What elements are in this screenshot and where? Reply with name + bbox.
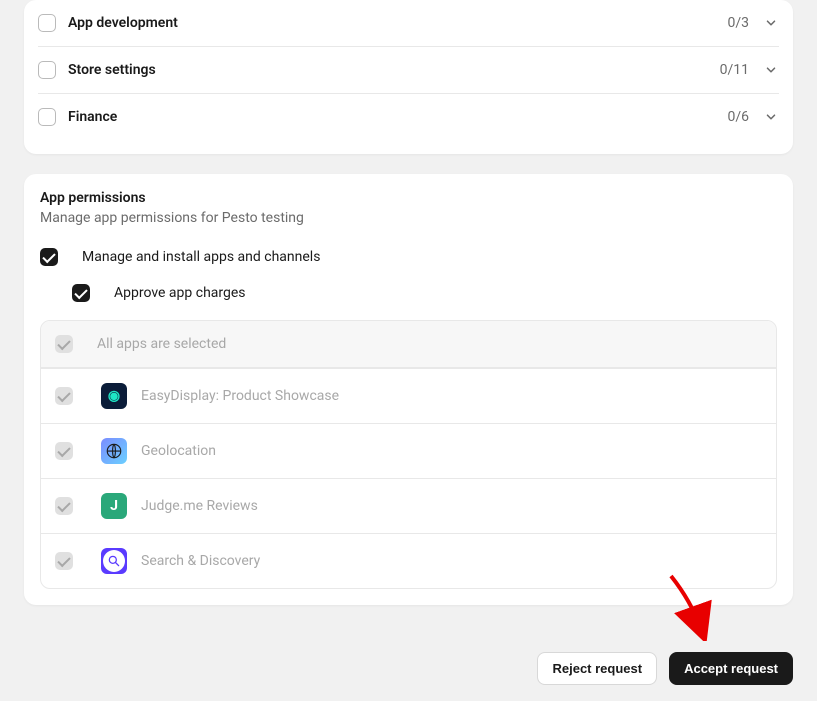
chevron-down-icon[interactable]	[763, 109, 779, 125]
app-item-easydisplay: ◉ EasyDisplay: Product Showcase	[41, 368, 776, 423]
accordion-label: Finance	[68, 109, 727, 125]
checkbox[interactable]	[72, 284, 90, 302]
app-icon-judgeme: J	[101, 493, 127, 519]
app-name: EasyDisplay: Product Showcase	[141, 388, 339, 404]
chevron-down-icon[interactable]	[763, 62, 779, 78]
checkbox-disabled	[55, 552, 73, 570]
app-icon-easydisplay: ◉	[101, 383, 127, 409]
accordion-label: App development	[68, 15, 727, 31]
checkbox[interactable]	[38, 108, 56, 126]
all-apps-label: All apps are selected	[97, 336, 226, 352]
accordion-count: 0/11	[720, 62, 749, 78]
accordion-label: Store settings	[68, 62, 720, 78]
checkbox-disabled	[55, 335, 73, 353]
section-subtitle: Manage app permissions for Pesto testing	[40, 210, 777, 226]
accordion-count: 0/6	[727, 109, 749, 125]
app-list-header: All apps are selected	[41, 321, 776, 368]
checkbox[interactable]	[38, 61, 56, 79]
chevron-down-icon[interactable]	[763, 15, 779, 31]
app-item-geolocation: Geolocation	[41, 423, 776, 478]
app-name: Judge.me Reviews	[141, 498, 258, 514]
permission-label: Approve app charges	[114, 285, 246, 301]
accept-request-button[interactable]: Accept request	[669, 652, 793, 685]
app-list: All apps are selected ◉ EasyDisplay: Pro…	[40, 320, 777, 589]
accordion-row-app-development[interactable]: App development 0/3	[38, 0, 779, 46]
checkbox-disabled	[55, 387, 73, 405]
settings-accordion-card: App development 0/3 Store settings 0/11 …	[24, 0, 793, 154]
app-permissions-card: App permissions Manage app permissions f…	[24, 174, 793, 605]
app-item-judgeme: J Judge.me Reviews	[41, 478, 776, 533]
permission-label: Manage and install apps and channels	[82, 249, 320, 265]
action-buttons: Reject request Accept request	[537, 652, 793, 685]
checkbox[interactable]	[40, 248, 58, 266]
permission-manage-apps[interactable]: Manage and install apps and channels	[40, 242, 777, 272]
app-name: Search & Discovery	[141, 553, 260, 569]
app-icon-geolocation	[101, 438, 127, 464]
accordion-count: 0/3	[727, 15, 749, 31]
app-icon-search	[101, 548, 127, 574]
app-item-search: Search & Discovery	[41, 533, 776, 588]
checkbox-disabled	[55, 442, 73, 460]
permission-approve-charges[interactable]: Approve app charges	[40, 278, 777, 308]
reject-request-button[interactable]: Reject request	[537, 652, 657, 685]
accordion-row-finance[interactable]: Finance 0/6	[38, 93, 779, 140]
checkbox[interactable]	[38, 14, 56, 32]
section-title: App permissions	[40, 190, 777, 206]
app-name: Geolocation	[141, 443, 216, 459]
checkbox-disabled	[55, 497, 73, 515]
accordion-row-store-settings[interactable]: Store settings 0/11	[38, 46, 779, 93]
